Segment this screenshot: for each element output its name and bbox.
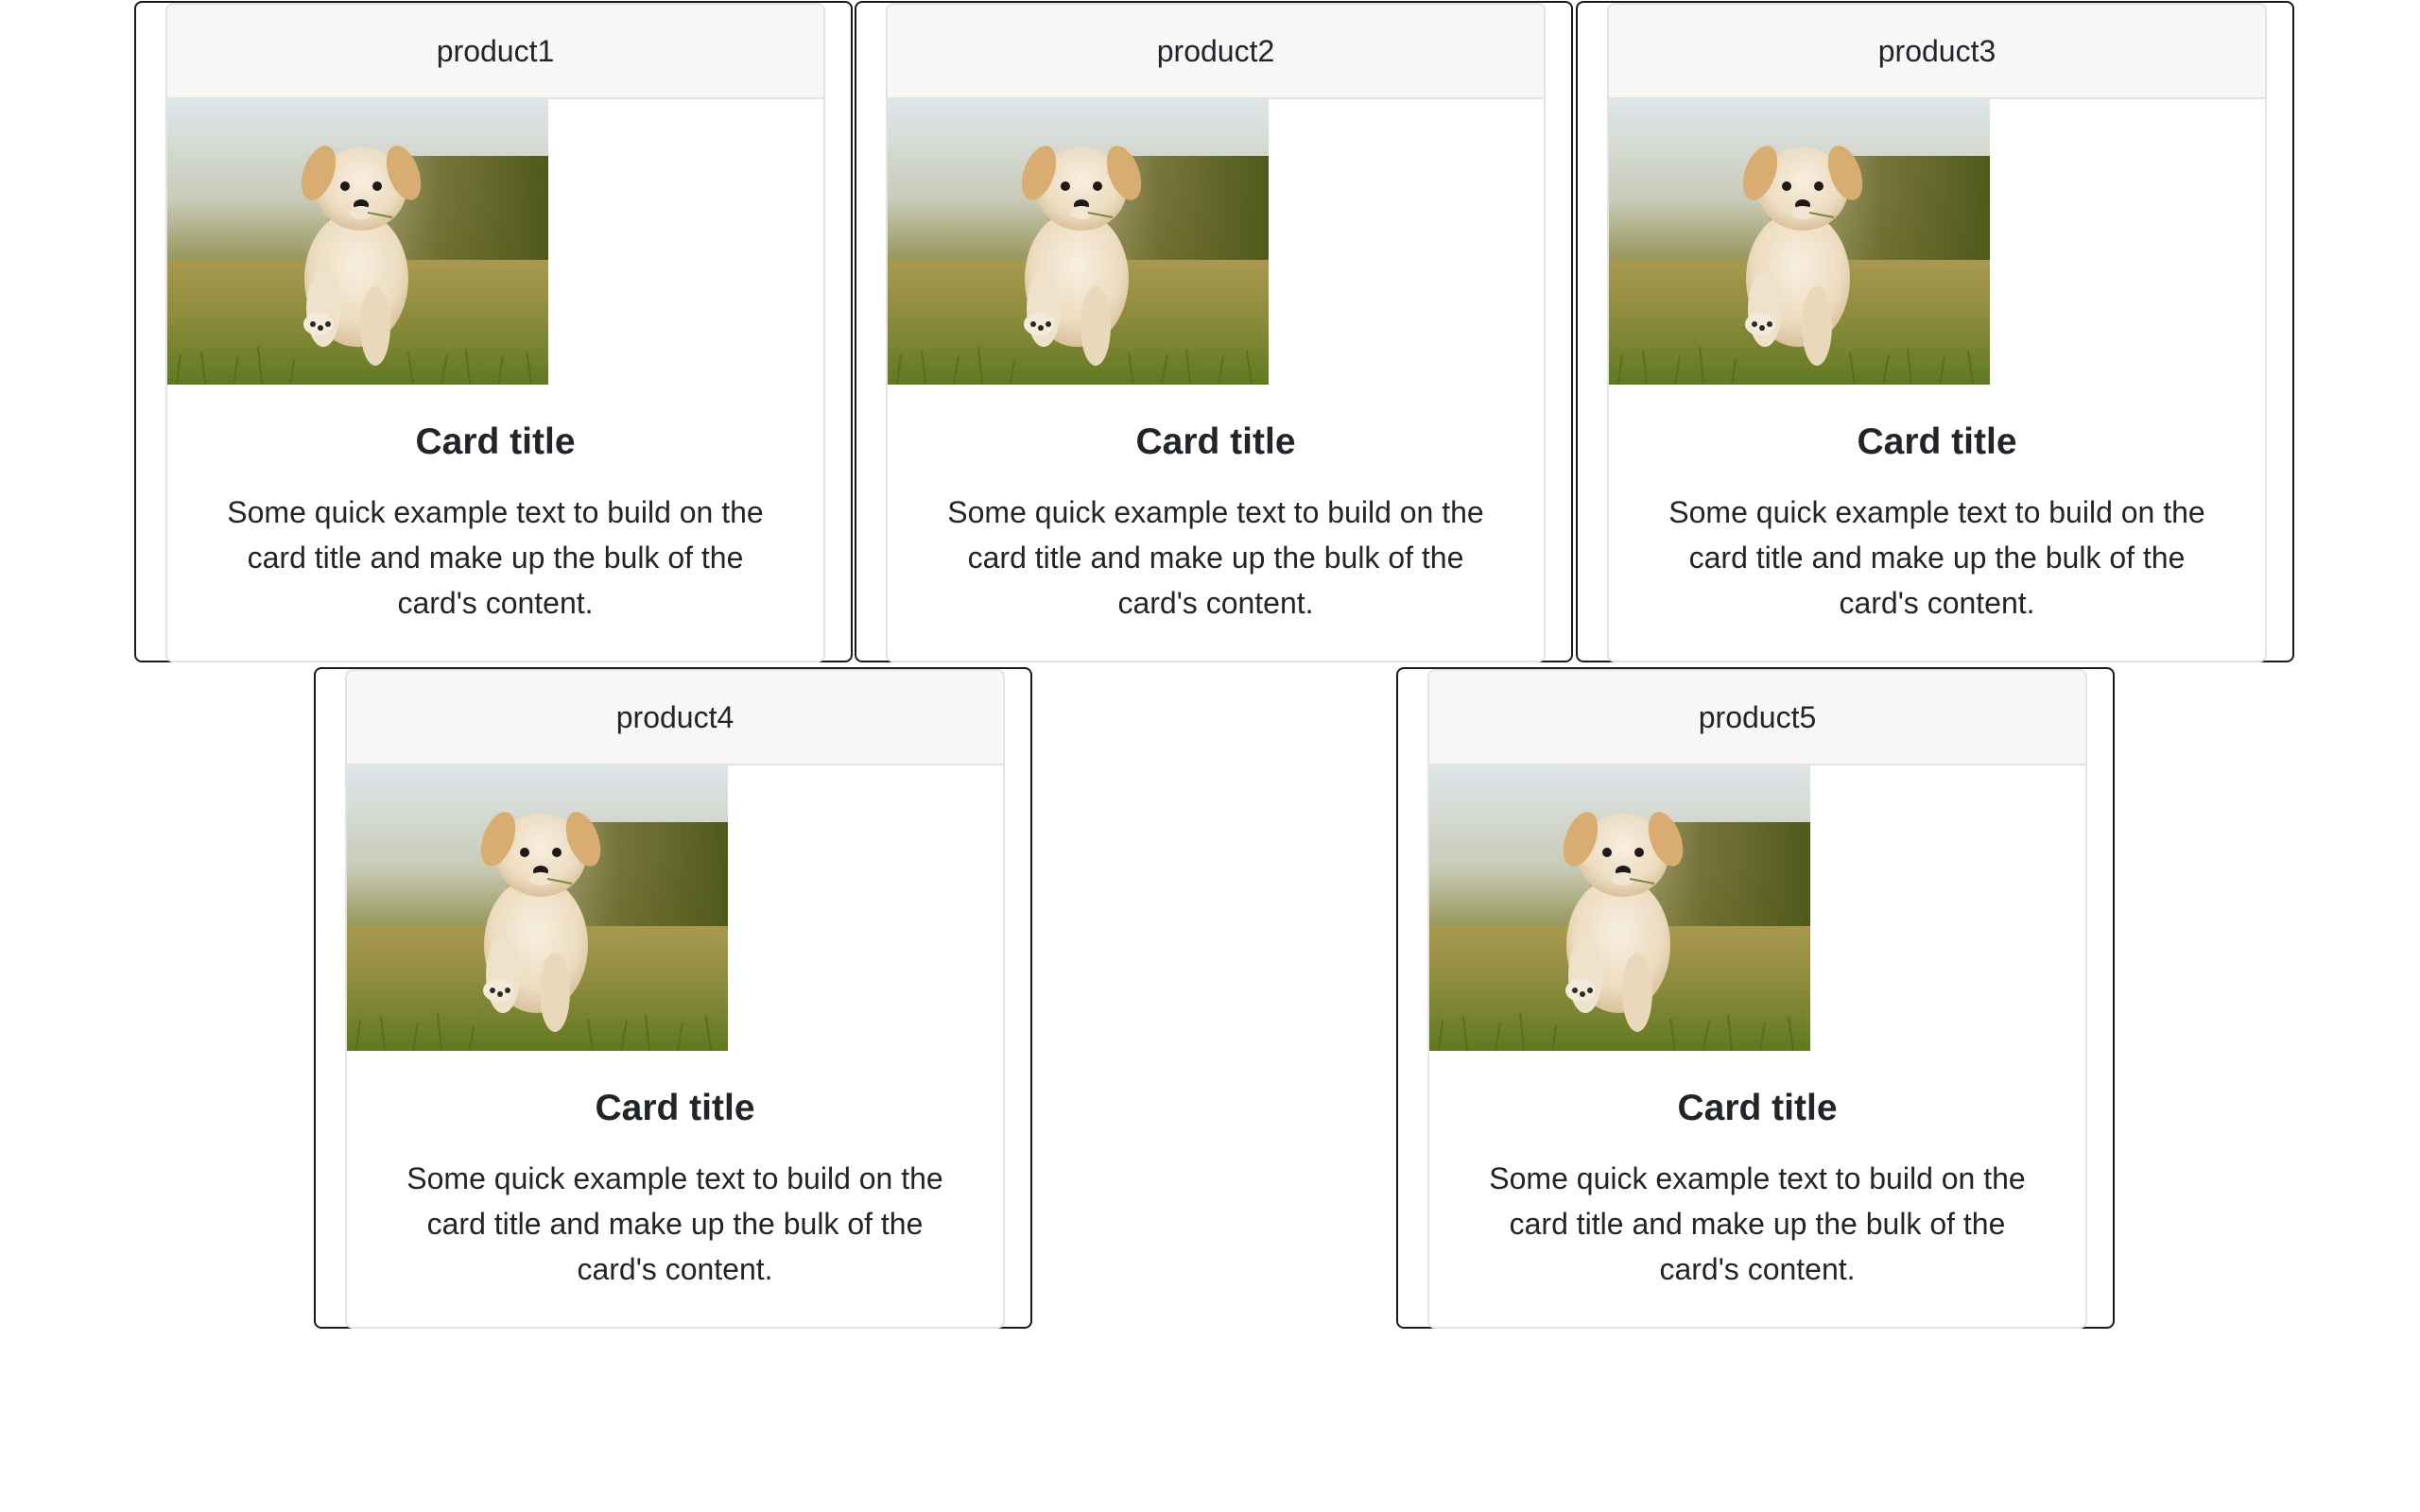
card-body: Card title Some quick example text to bu… [167, 421, 823, 626]
card-body: Card title Some quick example text to bu… [888, 421, 1544, 626]
card-text: Some quick example text to build on the … [947, 494, 1484, 620]
card-inner: product1 Card title Some quick example t… [165, 3, 825, 662]
puppy-image [1609, 99, 1990, 385]
puppy-image [888, 99, 1269, 385]
card-inner: product2 Card title Some quick example t… [886, 3, 1546, 662]
card-body: Card title Some quick example text to bu… [1429, 1087, 2085, 1292]
card-text: Some quick example text to build on the … [406, 1160, 943, 1286]
card-inner: product3 Card title Some quick example t… [1607, 3, 2267, 662]
card-inner: product5 Card title Some quick example t… [1427, 669, 2087, 1329]
card-header: product4 [347, 671, 1003, 765]
card-header: product1 [167, 5, 823, 99]
card-title: Card title [595, 1088, 755, 1128]
puppy-image [347, 765, 728, 1051]
puppy-image [1429, 765, 1810, 1051]
product-card-3: product3 Card title Some quick example t… [1576, 1, 2294, 662]
product-card-1: product1 Card title Some quick example t… [134, 1, 853, 662]
card-title: Card title [1857, 421, 2017, 462]
puppy-image [167, 99, 548, 385]
product-card-2: product2 Card title Some quick example t… [855, 1, 1573, 662]
card-header: product2 [888, 5, 1544, 99]
card-body: Card title Some quick example text to bu… [1609, 421, 2265, 626]
card-header: product5 [1429, 671, 2085, 765]
card-text: Some quick example text to build on the … [1489, 1160, 2026, 1286]
card-body: Card title Some quick example text to bu… [347, 1087, 1003, 1292]
card-header: product3 [1609, 5, 2265, 99]
card-text: Some quick example text to build on the … [227, 494, 764, 620]
card-text: Some quick example text to build on the … [1668, 494, 2205, 620]
card-title: Card title [1677, 1088, 1838, 1128]
card-inner: product4 Card title Some quick example t… [345, 669, 1005, 1329]
product-card-4: product4 Card title Some quick example t… [314, 667, 1032, 1329]
product-card-5: product5 Card title Some quick example t… [1396, 667, 2115, 1329]
card-title: Card title [415, 421, 576, 462]
card-title: Card title [1135, 421, 1296, 462]
